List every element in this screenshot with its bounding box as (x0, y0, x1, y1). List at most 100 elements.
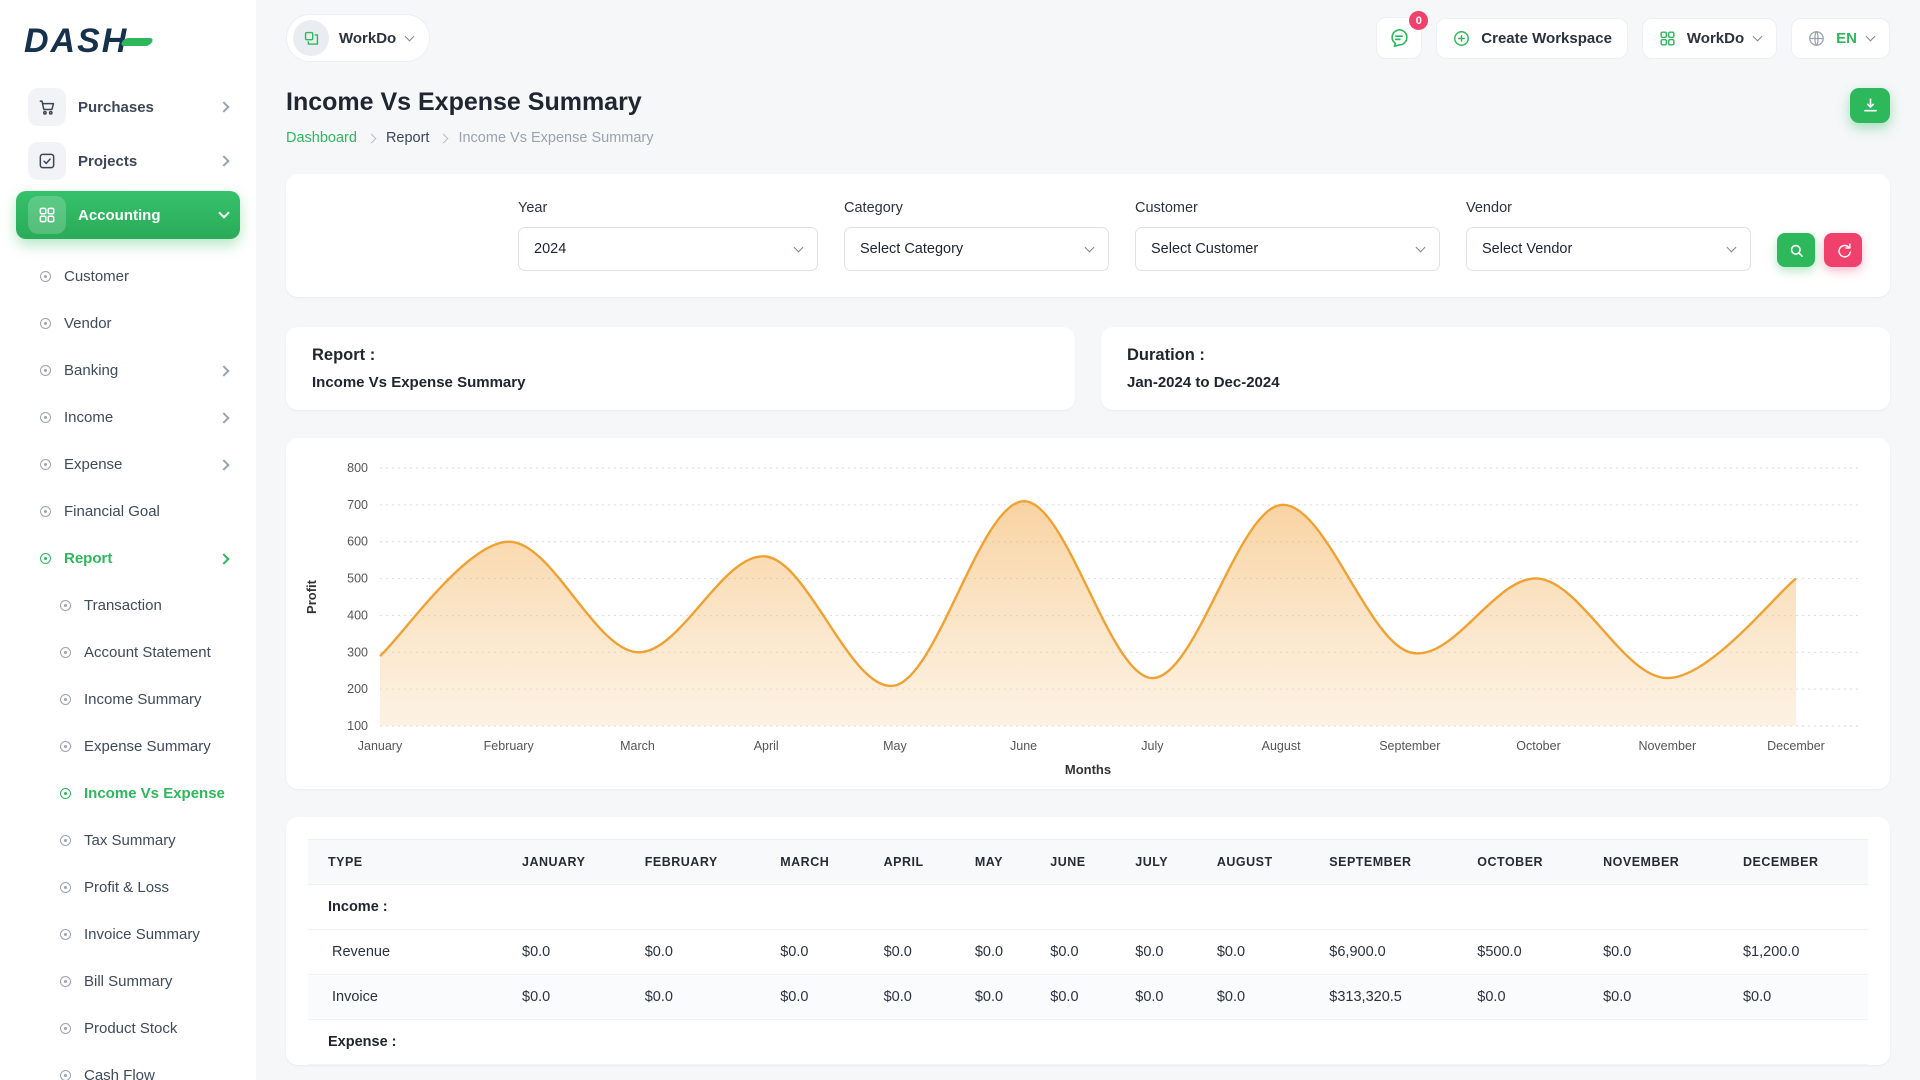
cell-value: $0.0 (1203, 975, 1315, 1020)
sidebar-item-tax-summary[interactable]: Tax Summary (16, 817, 240, 864)
user-workspace-menu[interactable]: WorkDo (1642, 18, 1777, 59)
row-type: Revenue (308, 930, 508, 975)
sidebar-item-label: Vendor (64, 315, 112, 332)
bullet-icon (60, 647, 71, 658)
sidebar-item-account-statement[interactable]: Account Statement (16, 629, 240, 676)
customer-select[interactable]: Select Customer (1135, 227, 1440, 271)
sidebar-item-label: Account Statement (84, 644, 211, 661)
sidebar-item-expense[interactable]: Expense (16, 441, 240, 488)
sidebar-item-label: Report (64, 550, 112, 567)
language-label: EN (1836, 30, 1857, 47)
column-header-april: APRIL (870, 840, 961, 885)
cell-value: $0.0 (1463, 975, 1589, 1020)
chevron-right-icon (218, 412, 229, 423)
chevron-right-icon (218, 553, 229, 564)
sidebar-item-product-stock[interactable]: Product Stock (16, 1005, 240, 1052)
cell-value: $6,900.0 (1315, 930, 1463, 975)
messages-button[interactable]: 0 (1376, 17, 1422, 59)
reset-button[interactable] (1824, 233, 1862, 267)
sidebar-item-income-summary[interactable]: Income Summary (16, 676, 240, 723)
sidebar-item-transaction[interactable]: Transaction (16, 582, 240, 629)
bullet-icon (60, 1023, 71, 1034)
sidebar-item-label: Customer (64, 268, 129, 285)
customer-label: Customer (1135, 200, 1440, 216)
category-select[interactable]: Select Category (844, 227, 1109, 271)
sidebar-item-banking[interactable]: Banking (16, 347, 240, 394)
sidebar-item-label: Expense (64, 456, 122, 473)
workspace-selector[interactable]: WorkDo (286, 14, 430, 62)
sidebar-item-invoice-summary[interactable]: Invoice Summary (16, 911, 240, 958)
sidebar-item-purchases[interactable]: Purchases (16, 83, 240, 131)
chevron-right-icon (439, 133, 449, 143)
year-select[interactable]: 2024 (518, 227, 818, 271)
category-label: Category (844, 200, 1109, 216)
search-button[interactable] (1777, 233, 1815, 267)
filter-card: Year 2024 Category Select Category Custo… (286, 174, 1890, 297)
sidebar-item-expense-summary[interactable]: Expense Summary (16, 723, 240, 770)
sidebar-item-label: Financial Goal (64, 503, 160, 520)
chevron-down-icon (1416, 242, 1426, 252)
bullet-icon (40, 318, 51, 329)
breadcrumb-item-report[interactable]: Report (386, 130, 430, 146)
breadcrumb-item-dashboard[interactable]: Dashboard (286, 130, 357, 146)
reset-icon (1835, 242, 1852, 259)
cell-value: $0.0 (508, 930, 631, 975)
create-workspace-button[interactable]: Create Workspace (1436, 18, 1628, 59)
chevron-down-icon (794, 242, 804, 252)
chevron-down-icon (218, 207, 229, 218)
column-header-november: NOVEMBER (1589, 840, 1729, 885)
year-select-value: 2024 (534, 241, 566, 257)
table-card: TYPEJANUARYFEBRUARYMARCHAPRILMAYJUNEJULY… (286, 817, 1890, 1065)
svg-text:100: 100 (347, 719, 368, 733)
section-label: Income : (308, 885, 1868, 930)
svg-text:March: March (620, 739, 655, 753)
sidebar-item-vendor[interactable]: Vendor (16, 300, 240, 347)
cell-value: $0.0 (870, 930, 961, 975)
cell-value: $313,320.5 (1315, 975, 1463, 1020)
svg-text:June: June (1010, 739, 1037, 753)
sidebar-item-income[interactable]: Income (16, 394, 240, 441)
breadcrumb: Dashboard Report Income Vs Expense Summary (286, 130, 654, 146)
customer-select-value: Select Customer (1151, 241, 1258, 257)
sidebar-item-bill-summary[interactable]: Bill Summary (16, 958, 240, 1005)
column-header-october: OCTOBER (1463, 840, 1589, 885)
column-header-december: DECEMBER (1729, 840, 1868, 885)
svg-text:200: 200 (347, 682, 368, 696)
vendor-select[interactable]: Select Vendor (1466, 227, 1751, 271)
chevron-right-icon (218, 155, 229, 166)
sidebar-item-accounting[interactable]: Accounting (16, 191, 240, 239)
chevron-right-icon (218, 101, 229, 112)
sidebar-item-income-vs-expense[interactable]: Income Vs Expense (16, 770, 240, 817)
sidebar-item-financial-goal[interactable]: Financial Goal (16, 488, 240, 535)
breadcrumb-item-income-vs-expense-summary: Income Vs Expense Summary (458, 130, 653, 146)
svg-text:Profit: Profit (304, 579, 319, 614)
sidebar-item-report[interactable]: Report (16, 535, 240, 582)
summary-cards: Report : Income Vs Expense Summary Durat… (286, 327, 1890, 410)
sidebar-item-profit-loss[interactable]: Profit & Loss (16, 864, 240, 911)
svg-text:November: November (1638, 739, 1696, 753)
app-grid-icon (1658, 29, 1677, 48)
brand-logo[interactable]: DASH (16, 18, 240, 83)
category-field: Category Select Category (844, 200, 1109, 271)
cell-value: $0.0 (961, 975, 1036, 1020)
sidebar-item-cash-flow[interactable]: Cash Flow (16, 1052, 240, 1080)
download-button[interactable] (1850, 88, 1890, 123)
create-workspace-label: Create Workspace (1481, 30, 1612, 47)
chevron-right-icon (366, 133, 376, 143)
svg-text:January: January (358, 739, 403, 753)
table-header-row: TYPEJANUARYFEBRUARYMARCHAPRILMAYJUNEJULY… (308, 840, 1868, 885)
bullet-icon (40, 365, 51, 376)
sidebar-item-label: Tax Summary (84, 832, 176, 849)
column-header-february: FEBRUARY (631, 840, 767, 885)
table-row: Invoice$0.0$0.0$0.0$0.0$0.0$0.0$0.0$0.0$… (308, 975, 1868, 1020)
report-value: Income Vs Expense Summary (312, 374, 1049, 391)
sidebar-nav: Purchases Projects Accounting Customer Vendo… (16, 83, 240, 1080)
bullet-icon (60, 1070, 71, 1080)
sidebar-item-customer[interactable]: Customer (16, 253, 240, 300)
sidebar-item-projects[interactable]: Projects (16, 137, 240, 185)
chevron-down-icon (405, 31, 415, 41)
language-selector[interactable]: EN (1791, 18, 1890, 59)
workspace-avatar (293, 20, 329, 56)
duration-value: Jan-2024 to Dec-2024 (1127, 374, 1864, 391)
cell-value: $0.0 (870, 975, 961, 1020)
